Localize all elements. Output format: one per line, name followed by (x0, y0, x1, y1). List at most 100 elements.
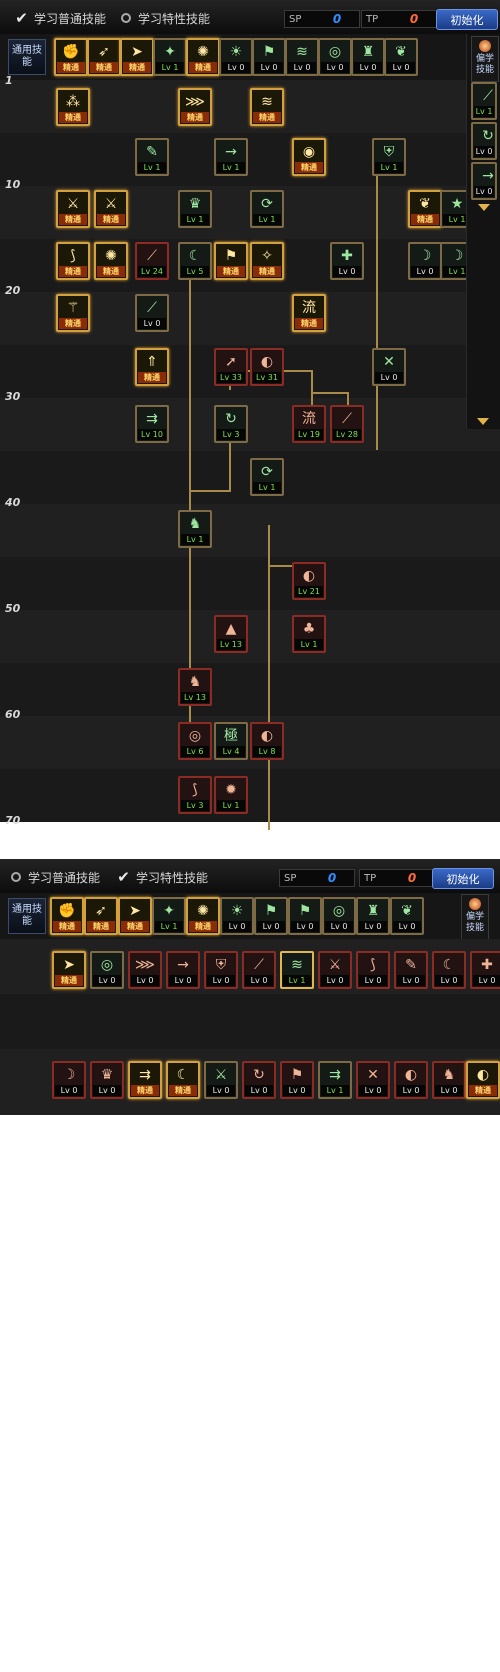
skill-slot[interactable]: ⚑ Lv 0 (280, 1061, 314, 1099)
skill-slot[interactable]: ⟋ Lv 0 (135, 294, 169, 332)
skill-slot[interactable]: ↻ Lv 0 (242, 1061, 276, 1099)
skill-slot[interactable]: ➶ 精通 (84, 897, 118, 935)
skill-slot[interactable]: ⁂ 精通 (56, 88, 90, 126)
skill-slot[interactable]: ◉ 精通 (292, 138, 326, 176)
skill-slot[interactable]: ☾ Lv 0 (432, 951, 466, 989)
skill-slot[interactable]: ⚚ 精通 (56, 294, 90, 332)
skill-slot[interactable]: ♛ Lv 1 (178, 190, 212, 228)
skill-slot[interactable]: ⋙ Lv 0 (128, 951, 162, 989)
skill-slot[interactable]: ⚑ Lv 0 (252, 38, 286, 76)
skill-slot[interactable]: 流精通 (292, 294, 326, 332)
skill-slot[interactable]: ✧ 精通 (250, 242, 284, 280)
skill-slot[interactable]: ✕ Lv 0 (356, 1061, 390, 1099)
skill-slot[interactable]: ⚔ 精通 (94, 190, 128, 228)
skill-slot[interactable]: ⟋ Lv 1 (471, 82, 497, 120)
skill-slot[interactable]: ♛ Lv 0 (90, 1061, 124, 1099)
skill-slot[interactable]: ◎ Lv 0 (322, 897, 356, 935)
skill-slot[interactable]: ⟋ Lv 28 (330, 405, 364, 443)
skill-slot[interactable]: ❦ 精通 (408, 190, 442, 228)
skill-slot[interactable]: ➶ 精通 (87, 38, 121, 76)
reset-button[interactable]: 初始化 (432, 868, 494, 889)
skill-slot[interactable]: ⚑ Lv 0 (288, 897, 322, 935)
skill-slot[interactable]: ↻ Lv 3 (214, 405, 248, 443)
skill-slot[interactable]: ❦ Lv 0 (390, 897, 424, 935)
skill-slot[interactable]: ✚ Lv 0 (330, 242, 364, 280)
skill-slot[interactable]: ➚ Lv 33 (214, 348, 248, 386)
skill-slot[interactable]: ⚔ Lv 0 (318, 951, 352, 989)
skill-slot[interactable]: ▲ Lv 13 (214, 615, 248, 653)
skill-slot[interactable]: → Lv 0 (166, 951, 200, 989)
skill-slot[interactable]: ✦ Lv 1 (153, 38, 187, 76)
skill-slot[interactable]: ☽ Lv 0 (52, 1061, 86, 1099)
skill-slot[interactable]: ◐ Lv 21 (292, 562, 326, 600)
skill-slot[interactable]: ✎ Lv 0 (394, 951, 428, 989)
skill-slot[interactable]: ✕ Lv 0 (372, 348, 406, 386)
skill-slot[interactable]: ◐ Lv 0 (394, 1061, 428, 1099)
skill-slot[interactable]: ⟆ 精通 (56, 242, 90, 280)
skill-slot[interactable]: ✊ 精通 (50, 897, 84, 935)
skill-slot[interactable]: ◐ 精通 (466, 1061, 500, 1099)
skill-slot[interactable]: ☾ 精通 (166, 1061, 200, 1099)
tab-learn-special[interactable]: ✔ 学习特性技能 (116, 867, 208, 887)
skill-slot[interactable]: ↻ Lv 0 (471, 122, 497, 160)
skill-slot[interactable]: ◎ Lv 0 (318, 38, 352, 76)
scroll-down-icon[interactable] (478, 204, 490, 211)
skill-slot[interactable]: → Lv 1 (214, 138, 248, 176)
skill-slot[interactable]: ♞ Lv 1 (178, 510, 212, 548)
skill-slot[interactable]: ♣ Lv 1 (292, 615, 326, 653)
skill-slot[interactable]: ⛨ Lv 1 (372, 138, 406, 176)
skill-slot[interactable]: ⋙ 精通 (178, 88, 212, 126)
skill-slot[interactable]: ♞ Lv 13 (178, 668, 212, 706)
tab-learn-special[interactable]: 学习特性技能 (118, 8, 210, 28)
tab-learn-normal[interactable]: ✔ 学习普通技能 (14, 8, 106, 28)
skill-slot[interactable]: ≋ Lv 1 (280, 951, 314, 989)
skill-slot[interactable]: ✺ 精通 (94, 242, 128, 280)
skill-slot[interactable]: ⇉ Lv 10 (135, 405, 169, 443)
skill-slot[interactable]: ✎ Lv 1 (135, 138, 169, 176)
skill-slot[interactable]: ◐ Lv 8 (250, 722, 284, 760)
skill-slot[interactable]: ⚑ 精通 (214, 242, 248, 280)
skill-slot[interactable]: ⟆ Lv 0 (356, 951, 390, 989)
side-skills-tab[interactable]: 偏学技能 (471, 36, 499, 82)
skill-slot[interactable]: ◐ Lv 31 (250, 348, 284, 386)
skill-slot[interactable]: ➤ 精通 (52, 951, 86, 989)
skill-slot[interactable]: ☀ Lv 0 (220, 897, 254, 935)
skill-slot[interactable]: ◎ Lv 0 (90, 951, 124, 989)
skill-slot[interactable]: ◎ Lv 6 (178, 722, 212, 760)
skill-slot[interactable]: ✊ 精通 (54, 38, 88, 76)
skill-slot[interactable]: 極 Lv 4 (214, 722, 248, 760)
skill-slot[interactable]: ⟳ Lv 1 (250, 190, 284, 228)
skill-slot[interactable]: ☾ Lv 5 (178, 242, 212, 280)
skill-slot[interactable]: ⚔ Lv 0 (204, 1061, 238, 1099)
skill-slot[interactable]: ☀ Lv 0 (219, 38, 253, 76)
skill-slot[interactable]: ☽ Lv 0 (408, 242, 442, 280)
skill-slot[interactable]: ⇉ Lv 1 (318, 1061, 352, 1099)
skill-slot[interactable]: ⇑ 精通 (135, 348, 169, 386)
skill-slot[interactable]: ✹ Lv 1 (214, 776, 248, 814)
skill-slot[interactable]: ✺ 精通 (186, 38, 220, 76)
skill-slot[interactable]: ⟆ Lv 3 (178, 776, 212, 814)
skill-slot[interactable]: ➤ 精通 (118, 897, 152, 935)
skill-slot[interactable]: ✚ Lv 0 (470, 951, 500, 989)
skill-slot[interactable]: ⟳ Lv 1 (250, 458, 284, 496)
side-skills-tab[interactable]: 偏学技能 (461, 894, 489, 940)
reset-button[interactable]: 初始化 (436, 9, 498, 30)
skill-slot[interactable]: ⟋ Lv 0 (242, 951, 276, 989)
skill-slot[interactable]: ≋ 精通 (250, 88, 284, 126)
skill-slot[interactable]: ♜ Lv 0 (356, 897, 390, 935)
skill-slot[interactable]: ♜ Lv 0 (351, 38, 385, 76)
skill-slot[interactable]: ≋ Lv 0 (285, 38, 319, 76)
skill-slot[interactable]: ⚑ Lv 0 (254, 897, 288, 935)
skill-slot[interactable]: ✺ 精通 (186, 897, 220, 935)
scroll-down-icon[interactable] (477, 418, 489, 425)
skill-slot[interactable]: ⛨ Lv 0 (204, 951, 238, 989)
tab-learn-normal[interactable]: 学习普通技能 (8, 867, 100, 887)
skill-slot[interactable]: → Lv 0 (471, 162, 497, 200)
skill-slot[interactable]: ⇉ 精通 (128, 1061, 162, 1099)
skill-slot[interactable]: 流 Lv 19 (292, 405, 326, 443)
skill-slot[interactable]: ⚔ 精通 (56, 190, 90, 228)
skill-slot[interactable]: ➤ 精通 (120, 38, 154, 76)
skill-slot[interactable]: ❦ Lv 0 (384, 38, 418, 76)
skill-slot[interactable]: ♞ Lv 0 (432, 1061, 466, 1099)
skill-slot[interactable]: ✦ Lv 1 (152, 897, 186, 935)
